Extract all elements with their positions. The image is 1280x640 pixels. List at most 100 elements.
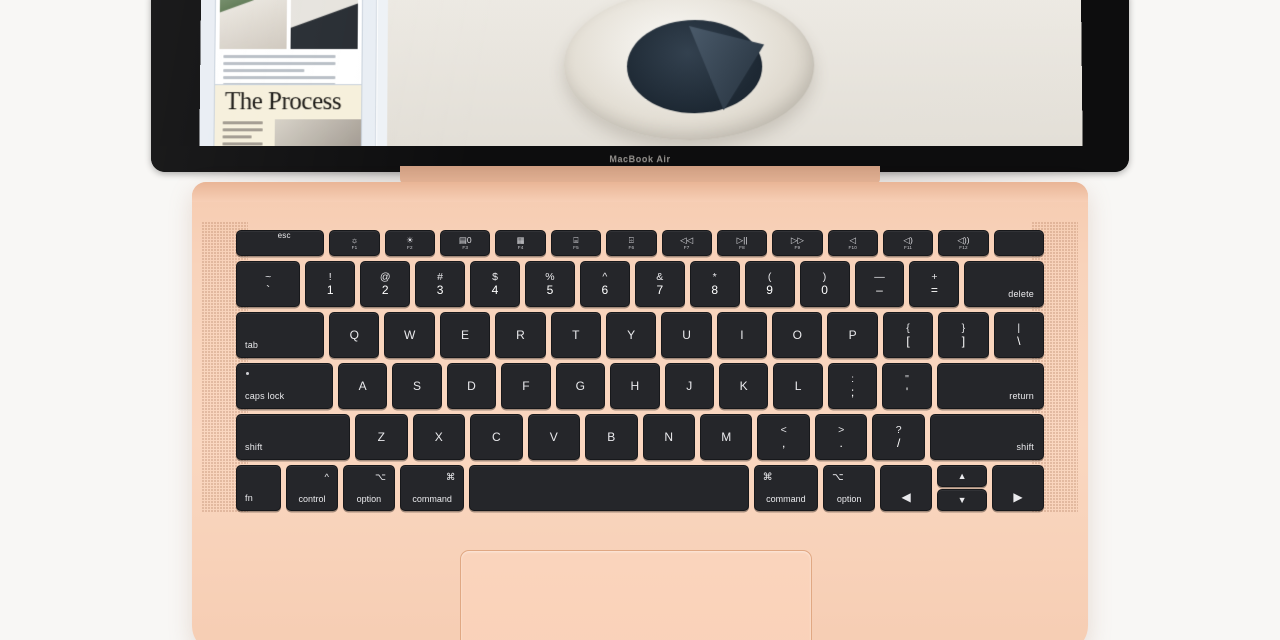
key-backslash[interactable]: | \ — [993, 312, 1044, 358]
key-backtick[interactable]: ~ ` — [236, 261, 301, 307]
key-u[interactable]: U — [661, 312, 712, 358]
key-delete[interactable]: delete — [964, 261, 1044, 307]
key-d[interactable]: D — [446, 363, 497, 409]
key-legend-top: ^ — [602, 271, 608, 283]
key-b[interactable]: B — [585, 414, 638, 460]
arrow-key-stack[interactable]: ▲ ▼ — [937, 465, 988, 511]
key-command-left[interactable]: ⌘ command — [399, 465, 465, 511]
key-g[interactable]: G — [555, 363, 606, 409]
document-page[interactable]: The majority of pieces I create are made… — [386, 0, 1083, 155]
key-fn[interactable]: fn — [236, 465, 281, 511]
key-f4[interactable]: ▦ F4 — [495, 230, 546, 256]
shift-key-row[interactable]: shift Z X C V B N M < , > . ? / shift — [236, 414, 1044, 460]
key-f7[interactable]: ◁◁ F7 — [661, 230, 712, 256]
key-9[interactable]: ( 9 — [744, 261, 795, 307]
key-equals[interactable]: + = — [909, 261, 960, 307]
key-arrow-up[interactable]: ▲ — [937, 465, 988, 487]
key-f5[interactable]: ⌸ F5 — [550, 230, 602, 256]
key-3[interactable]: # 3 — [415, 261, 466, 307]
key-legend-bottom: – — [876, 283, 883, 297]
key-j[interactable]: J — [664, 363, 714, 409]
key-command-right[interactable]: ⌘ command — [753, 465, 819, 511]
key-minus[interactable]: — – — [854, 261, 905, 307]
key-x[interactable]: X — [412, 414, 466, 460]
key-z[interactable]: Z — [355, 414, 408, 460]
key-return[interactable]: return — [936, 363, 1044, 409]
key-f10[interactable]: ◁ F10 — [827, 230, 878, 256]
number-key-row[interactable]: ~ ` ! 1 @ 2 # 3 $ 4 % 5 ^ 6 & 7 * 8 (9 … — [236, 261, 1044, 307]
key-k[interactable]: K — [718, 363, 769, 409]
qwerty-key-row[interactable]: tab Q W E R T Y U I O P { [ } ] | \ — [236, 312, 1044, 358]
key-legend-top: < — [780, 424, 787, 436]
keyboard[interactable]: esc ☼ F1 ☀ F2 ▤0 F3 ▦ F4 ⌸ F5 ⌹ F6 ◁◁ F7… — [236, 230, 1045, 516]
key-caps-lock[interactable]: caps lock — [236, 363, 333, 409]
key-f9[interactable]: ▷▷ F9 — [772, 230, 823, 256]
key-m[interactable]: M — [699, 414, 753, 460]
key-option-left[interactable]: ⌥ option — [342, 465, 395, 511]
key-shift-left[interactable]: shift — [236, 414, 351, 460]
key-s[interactable]: S — [392, 363, 442, 409]
fast-forward-icon: ▷▷ — [790, 235, 804, 245]
key-w[interactable]: W — [384, 312, 435, 358]
page-thumbnail-3[interactable]: The Process Glaze — [212, 84, 363, 155]
key-7[interactable]: & 7 — [634, 261, 685, 307]
key-4[interactable]: $ 4 — [470, 261, 520, 307]
key-8[interactable]: * 8 — [689, 261, 740, 307]
key-fn-label: fn — [245, 493, 253, 503]
key-h[interactable]: H — [610, 363, 660, 409]
function-key-row[interactable]: esc ☼ F1 ☀ F2 ▤0 F3 ▦ F4 ⌸ F5 ⌹ F6 ◁◁ F7… — [236, 230, 1045, 256]
key-y[interactable]: Y — [605, 312, 657, 358]
document-canvas[interactable]: The majority of pieces I create are made… — [376, 0, 1083, 155]
key-f8[interactable]: ▷|| F8 — [716, 230, 768, 256]
key-l[interactable]: L — [773, 363, 823, 409]
key-comma[interactable]: < , — [757, 414, 810, 460]
key-r[interactable]: R — [495, 312, 546, 358]
key-quote[interactable]: " ' — [882, 363, 932, 409]
key-a[interactable]: A — [337, 363, 388, 409]
key-f1[interactable]: ☼ F1 — [329, 230, 380, 256]
key-touch-id[interactable] — [993, 230, 1045, 256]
key-f3[interactable]: ▤0 F3 — [440, 230, 491, 256]
key-f11[interactable]: ◁) F11 — [882, 230, 934, 256]
key-q[interactable]: Q — [329, 312, 380, 358]
key-tab[interactable]: tab — [236, 312, 325, 358]
key-legend-top: * — [712, 271, 717, 283]
key-arrow-left[interactable]: ◀ — [880, 465, 933, 511]
key-v[interactable]: V — [527, 414, 581, 460]
key-period[interactable]: > . — [814, 414, 868, 460]
key-arrow-right[interactable]: ▶ — [992, 465, 1044, 511]
key-bracket-left[interactable]: { [ — [882, 312, 934, 358]
modifier-key-row[interactable]: fn ^ control ⌥ option ⌘ command ⌘ comman… — [236, 465, 1044, 511]
key-2[interactable]: @ 2 — [360, 261, 411, 307]
caps-lock-indicator-icon — [246, 372, 249, 375]
key-e[interactable]: E — [439, 312, 491, 358]
trackpad[interactable] — [460, 550, 812, 640]
key-legend-bottom: 1 — [326, 283, 334, 297]
document-sidebar[interactable]: The Process Glaze — [199, 0, 379, 155]
key-f[interactable]: F — [501, 363, 551, 409]
key-5[interactable]: % 5 — [524, 261, 575, 307]
key-esc[interactable]: esc — [236, 230, 325, 256]
key-i[interactable]: I — [716, 312, 768, 358]
key-1[interactable]: ! 1 — [305, 261, 356, 307]
key-f12[interactable]: ◁)) F12 — [938, 230, 989, 256]
key-arrow-down[interactable]: ▼ — [937, 489, 988, 511]
home-key-row[interactable]: caps lock A S D F G H J K L : ; " ' retu… — [236, 363, 1044, 409]
key-shift-right[interactable]: shift — [929, 414, 1044, 460]
key-0[interactable]: ) 0 — [799, 261, 850, 307]
key-t[interactable]: T — [550, 312, 601, 358]
key-6[interactable]: ^ 6 — [579, 261, 630, 307]
key-bracket-right[interactable]: } ] — [938, 312, 989, 358]
key-control[interactable]: ^ control — [285, 465, 338, 511]
key-c[interactable]: C — [470, 414, 523, 460]
key-n[interactable]: N — [642, 414, 695, 460]
key-semicolon[interactable]: : ; — [827, 363, 878, 409]
key-option-right[interactable]: ⌥ option — [823, 465, 876, 511]
key-space[interactable] — [469, 465, 749, 511]
key-p[interactable]: P — [827, 312, 878, 358]
key-f6[interactable]: ⌹ F6 — [606, 230, 657, 256]
key-o[interactable]: O — [772, 312, 823, 358]
key-return-label: return — [1009, 391, 1034, 401]
key-slash[interactable]: ? / — [872, 414, 925, 460]
key-f2[interactable]: ☀ F2 — [384, 230, 436, 256]
